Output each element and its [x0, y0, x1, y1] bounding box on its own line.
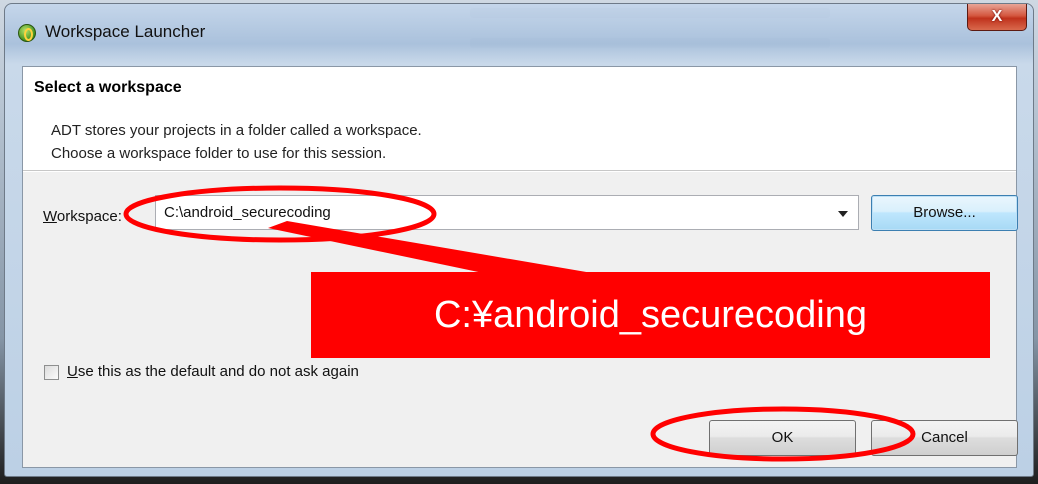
- default-workspace-label[interactable]: Use this as the default and do not ask a…: [67, 363, 359, 380]
- workspace-combo[interactable]: C:\android_securecoding: [155, 195, 859, 230]
- workspace-launcher-dialog: Workspace Launcher X Select a workspace …: [4, 3, 1034, 477]
- browse-button[interactable]: Browse...: [871, 195, 1018, 231]
- cancel-button[interactable]: Cancel: [871, 420, 1018, 456]
- workspace-label: Workspace:: [43, 208, 122, 225]
- close-button[interactable]: X: [967, 4, 1027, 31]
- banner-description-line-2: Choose a workspace folder to use for thi…: [51, 145, 387, 162]
- annotation-callout: C:¥android_securecoding: [311, 272, 990, 358]
- default-label-text: se this as the default and do not ask ag…: [77, 363, 359, 380]
- banner-description-line-1: ADT stores your projects in a folder cal…: [51, 122, 422, 139]
- chevron-down-icon[interactable]: [838, 211, 848, 217]
- default-workspace-checkbox[interactable]: [44, 365, 59, 380]
- adt-app-icon: [18, 24, 36, 42]
- workspace-label-mnemonic: W: [43, 208, 57, 225]
- window-title: Workspace Launcher: [45, 22, 206, 41]
- header-banner: Select a workspace ADT stores your proje…: [23, 67, 1016, 171]
- workspace-label-text: orkspace:: [56, 208, 122, 225]
- title-bar[interactable]: Workspace Launcher X: [5, 4, 1033, 56]
- workspace-path-value[interactable]: C:\android_securecoding: [164, 204, 331, 221]
- divider: [23, 171, 1016, 172]
- ok-button[interactable]: OK: [709, 420, 856, 456]
- dialog-content: Select a workspace ADT stores your proje…: [22, 66, 1018, 468]
- default-label-mnemonic: U: [67, 363, 78, 380]
- banner-title: Select a workspace: [34, 79, 182, 96]
